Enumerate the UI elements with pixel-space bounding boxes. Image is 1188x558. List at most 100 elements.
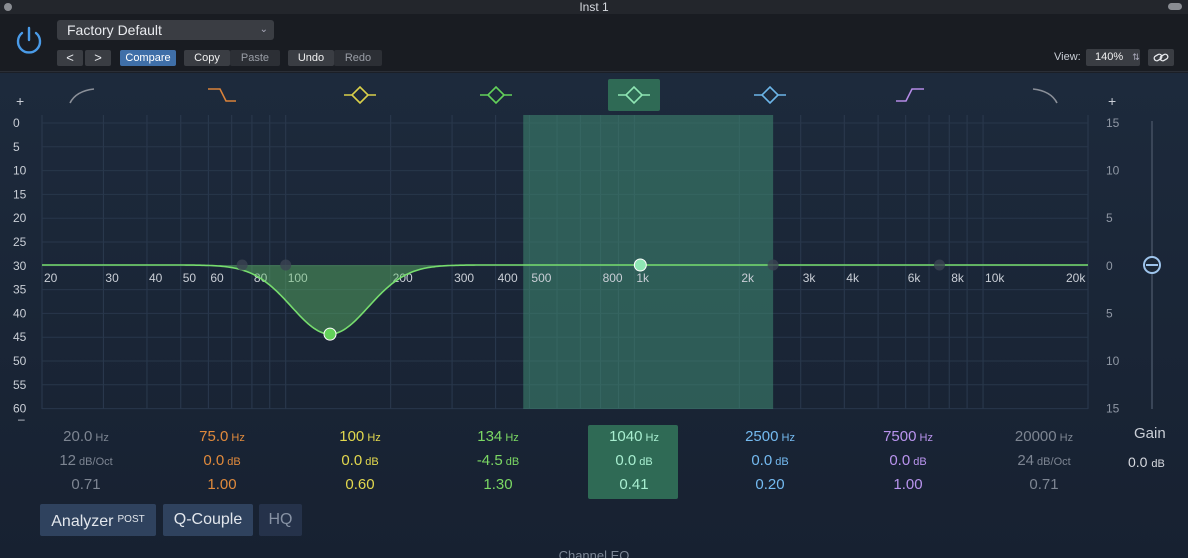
peak-band-icon[interactable] xyxy=(344,85,376,105)
eq-main-panel: 0 5 10 15 20 25 30 35 40 45 50 55 60 + –15 10 5 0 5 10 15 +20… xyxy=(0,73,1188,558)
band-gain[interactable]: 0.0 dB xyxy=(314,449,406,473)
plus-icon: + xyxy=(1108,93,1116,109)
band-column: 1040 Hz 0.0 dB 0.41 xyxy=(588,425,680,497)
band-column: 20000 Hz 24 dB/Oct 0.71 xyxy=(998,425,1090,497)
band-handle[interactable] xyxy=(236,259,248,271)
view-zoom-select[interactable]: 140% ⇅ xyxy=(1086,49,1140,66)
band-gain[interactable]: 0.0 dB xyxy=(724,449,816,473)
eq-graph[interactable]: 051015202530354045505560+–15105051015+20… xyxy=(0,73,1188,425)
frequency-label: 800 xyxy=(603,271,623,285)
band-frequency-unit: Hz xyxy=(778,432,795,444)
band-q-value: 1.00 xyxy=(893,476,923,493)
band-frequency[interactable]: 20.0 Hz xyxy=(40,425,132,449)
window-toggle-icon[interactable] xyxy=(1168,3,1182,10)
band-handle[interactable] xyxy=(933,259,945,271)
db-scale-label-left: 0 xyxy=(13,116,20,130)
db-scale-label-left: 10 xyxy=(13,164,27,178)
band-q[interactable]: 1.30 xyxy=(452,473,544,497)
peak-band-icon[interactable] xyxy=(754,85,786,105)
band-frequency-value: 20000 xyxy=(1014,428,1057,445)
band-q[interactable]: 0.20 xyxy=(724,473,816,497)
output-gain-label: Gain xyxy=(1134,425,1166,442)
band-frequency[interactable]: 20000 Hz xyxy=(998,425,1090,449)
band-gain[interactable]: 0.0 dB xyxy=(176,449,268,473)
redo-button[interactable]: Redo xyxy=(334,50,382,66)
band-gain-value: 0.0 xyxy=(341,452,363,469)
compare-button[interactable]: Compare xyxy=(120,50,176,66)
db-scale-label-right: 10 xyxy=(1106,354,1120,368)
band-frequency[interactable]: 7500 Hz xyxy=(862,425,954,449)
band-handle[interactable] xyxy=(767,259,779,271)
band-handle[interactable] xyxy=(280,259,292,271)
q-couple-button[interactable]: Q-Couple xyxy=(163,504,253,536)
band-gain[interactable]: 12 dB/Oct xyxy=(40,449,132,473)
db-scale-label-right: 15 xyxy=(1106,116,1120,130)
output-gain-value[interactable]: 0.0 dB xyxy=(1128,454,1165,470)
view-label: View: xyxy=(1054,51,1081,63)
band-q[interactable]: 1.00 xyxy=(176,473,268,497)
band-frequency[interactable]: 1040 Hz xyxy=(588,425,680,449)
band-gain[interactable]: 24 dB/Oct xyxy=(998,449,1090,473)
copy-button[interactable]: Copy xyxy=(184,50,230,66)
high-cut-icon[interactable] xyxy=(1032,88,1058,104)
minus-icon: – xyxy=(18,412,25,425)
analyzer-button[interactable]: Analyzer POST xyxy=(40,504,156,536)
band-frequency-value: 7500 xyxy=(883,428,917,445)
band-gain[interactable]: -4.5 dB xyxy=(452,449,544,473)
link-icon[interactable] xyxy=(1148,49,1174,66)
db-scale-label-left: 50 xyxy=(13,354,27,368)
band-gain[interactable]: 0.0 dB xyxy=(588,449,680,473)
preset-name: Factory Default xyxy=(67,22,162,38)
band-column: 75.0 Hz 0.0 dB 1.00 xyxy=(176,425,268,497)
frequency-label: 400 xyxy=(498,271,518,285)
db-scale-label-left: 30 xyxy=(13,259,27,273)
band-gain-unit: dB xyxy=(224,456,241,468)
analyzer-mode-label[interactable]: POST xyxy=(118,514,145,525)
band-frequency-value: 134 xyxy=(477,428,503,445)
band-q[interactable]: 1.00 xyxy=(862,473,954,497)
band-frequency[interactable]: 75.0 Hz xyxy=(176,425,268,449)
band-frequency-unit: Hz xyxy=(228,432,245,444)
peak-band-icon[interactable] xyxy=(480,85,512,105)
db-scale-label-right: 15 xyxy=(1106,402,1120,416)
band-gain[interactable]: 0.0 dB xyxy=(862,449,954,473)
hq-button[interactable]: HQ xyxy=(259,504,302,536)
frequency-label: 20 xyxy=(44,271,58,285)
band-frequency-unit: Hz xyxy=(92,432,109,444)
band-column: 134 Hz -4.5 dB 1.30 xyxy=(452,425,544,497)
band-frequency[interactable]: 2500 Hz xyxy=(724,425,816,449)
band-q[interactable]: 0.71 xyxy=(998,473,1090,497)
band-q-value: 0.71 xyxy=(1029,476,1059,493)
power-icon[interactable] xyxy=(12,24,46,58)
band-handle[interactable] xyxy=(323,327,337,341)
view-zoom-value: 140% xyxy=(1095,51,1124,63)
db-scale-label-right: 0 xyxy=(1106,259,1113,273)
band-gain-value: 0.0 xyxy=(751,452,773,469)
frequency-label: 50 xyxy=(183,271,197,285)
db-scale-label-left: 20 xyxy=(13,211,27,225)
low-shelf-icon[interactable] xyxy=(208,88,236,102)
band-q[interactable]: 0.41 xyxy=(588,473,680,497)
band-gain-unit: dB/Oct xyxy=(76,456,113,468)
previous-preset-button[interactable]: < xyxy=(57,50,83,66)
undo-button[interactable]: Undo xyxy=(288,50,334,66)
band-column: 100 Hz 0.0 dB 0.60 xyxy=(314,425,406,497)
db-scale-label-right: 5 xyxy=(1106,306,1113,320)
paste-button[interactable]: Paste xyxy=(230,50,280,66)
frequency-label: 6k xyxy=(908,271,922,285)
band-q[interactable]: 0.71 xyxy=(40,473,132,497)
band-frequency[interactable]: 100 Hz xyxy=(314,425,406,449)
low-cut-icon[interactable] xyxy=(69,88,95,104)
band-gain-unit: dB xyxy=(502,456,520,468)
frequency-label: 8k xyxy=(951,271,965,285)
band-frequency[interactable]: 134 Hz xyxy=(452,425,544,449)
db-scale-label-left: 25 xyxy=(13,235,27,249)
band-q[interactable]: 0.60 xyxy=(314,473,406,497)
next-preset-button[interactable]: > xyxy=(85,50,111,66)
band-column: 20.0 Hz 12 dB/Oct 0.71 xyxy=(40,425,132,497)
band-handle[interactable] xyxy=(633,258,647,272)
band-gain-unit: dB/Oct xyxy=(1034,456,1071,468)
frequency-label: 30 xyxy=(105,271,119,285)
high-shelf-icon[interactable] xyxy=(896,88,924,102)
preset-menu[interactable]: Factory Default ⌄ xyxy=(57,20,274,40)
